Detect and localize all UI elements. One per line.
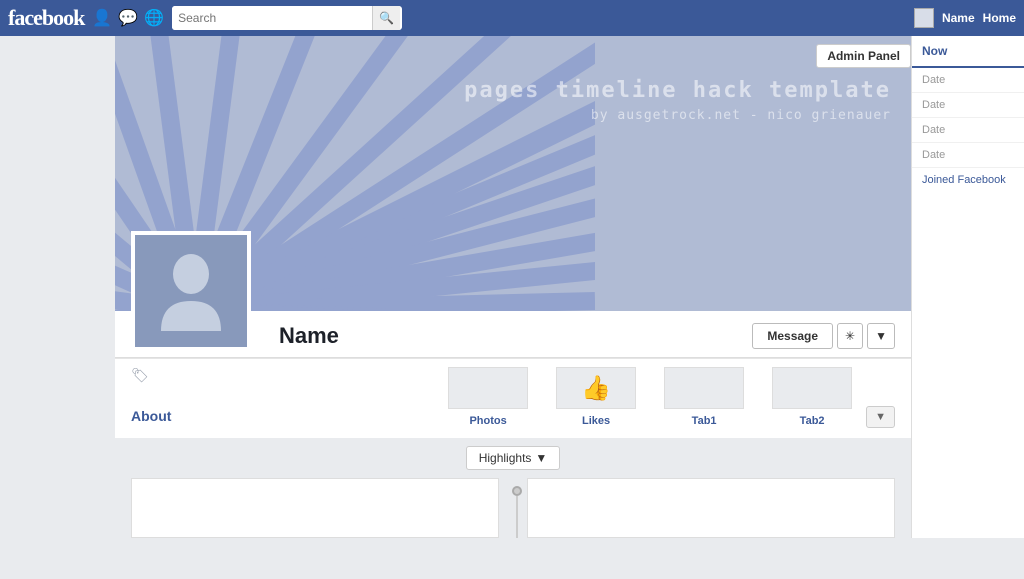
sidebar-date-3[interactable]: Date <box>912 118 1024 143</box>
search-input[interactable] <box>172 6 372 30</box>
nav-icon-group: 👤 💬 🌐 <box>92 8 164 28</box>
photos-label[interactable]: Photos <box>469 415 506 427</box>
tabs-row: 🏷 About Photos 👍 Likes Tab1 Tab2 <box>115 358 911 438</box>
timeline-right-column <box>527 478 895 538</box>
friends-icon[interactable]: 👤 <box>92 8 112 28</box>
timeline-left-column <box>131 478 499 538</box>
tab-tab2[interactable]: Tab2 <box>758 359 866 438</box>
profile-name-area: Name Message ✳ ▼ <box>279 311 895 357</box>
cover-watermark: pages timeline hack template by ausgetro… <box>464 76 891 125</box>
photos-thumbnail <box>448 367 528 409</box>
action-buttons: Message ✳ ▼ <box>752 323 895 349</box>
nav-right-section: Name Home <box>914 8 1016 28</box>
tab-likes[interactable]: 👍 Likes <box>542 359 650 438</box>
left-sidebar <box>0 36 115 538</box>
tag-icon: 🏷 <box>131 367 149 384</box>
nav-user-name[interactable]: Name <box>942 11 975 25</box>
center-content: pages timeline hack template by ausgetro… <box>115 36 911 538</box>
right-sidebar: Now Date Date Date Date Joined Facebook <box>911 36 1024 538</box>
tabs-dropdown-button[interactable]: ▼ <box>866 406 895 428</box>
sidebar-date-1[interactable]: Date <box>912 68 1024 93</box>
thumbs-up-icon: 👍 <box>581 374 611 403</box>
tab-tab1[interactable]: Tab1 <box>650 359 758 438</box>
profile-silhouette-icon <box>151 246 231 336</box>
search-bar: 🔍 <box>172 6 402 30</box>
profile-name: Name <box>279 323 339 349</box>
globe-icon[interactable]: 🌐 <box>144 8 164 28</box>
likes-thumbnail: 👍 <box>556 367 636 409</box>
highlights-dropdown-icon: ▼ <box>535 451 547 465</box>
profile-picture[interactable] <box>131 231 251 351</box>
timeline-area <box>115 478 911 538</box>
highlights-button[interactable]: Highlights ▼ <box>466 446 561 470</box>
likes-label[interactable]: Likes <box>582 415 610 427</box>
timeline-dot <box>512 486 522 496</box>
gear-button[interactable]: ✳ <box>837 323 863 349</box>
tab-about[interactable]: 🏷 About <box>131 359 434 438</box>
sidebar-joined-facebook[interactable]: Joined Facebook <box>912 168 1024 192</box>
main-layout: pages timeline hack template by ausgetro… <box>0 36 1024 538</box>
about-label[interactable]: About <box>131 408 171 424</box>
nav-home-link[interactable]: Home <box>983 11 1016 25</box>
tab2-thumbnail <box>772 367 852 409</box>
tab-photos[interactable]: Photos <box>434 359 542 438</box>
facebook-logo: facebook <box>8 5 84 31</box>
search-button[interactable]: 🔍 <box>372 6 400 30</box>
highlights-label: Highlights <box>479 451 532 465</box>
timeline-center-indicator <box>507 478 527 538</box>
action-dropdown-button[interactable]: ▼ <box>867 323 895 349</box>
top-navigation: facebook 👤 💬 🌐 🔍 Name Home <box>0 0 1024 36</box>
highlights-bar: Highlights ▼ <box>115 438 911 478</box>
tab1-label[interactable]: Tab1 <box>692 415 717 427</box>
profile-section: Name Message ✳ ▼ <box>115 311 911 358</box>
tabs-dropdown: ▼ <box>866 359 895 438</box>
sidebar-now[interactable]: Now <box>912 36 1024 68</box>
admin-panel-button[interactable]: Admin Panel <box>816 44 911 68</box>
tab2-label[interactable]: Tab2 <box>800 415 825 427</box>
messages-icon[interactable]: 💬 <box>118 8 138 28</box>
sidebar-date-2[interactable]: Date <box>912 93 1024 118</box>
tab1-thumbnail <box>664 367 744 409</box>
timeline-line <box>516 496 518 538</box>
nav-profile-pic[interactable] <box>914 8 934 28</box>
message-button[interactable]: Message <box>752 323 833 349</box>
sidebar-date-4[interactable]: Date <box>912 143 1024 168</box>
